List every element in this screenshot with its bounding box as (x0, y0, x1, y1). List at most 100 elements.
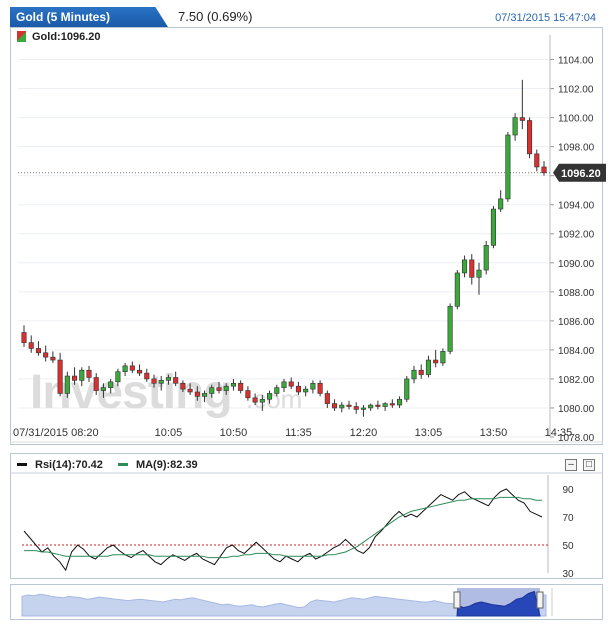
rsi-y-tick-label: 90 (562, 485, 574, 496)
rsi-y-tick-label: 30 (562, 569, 574, 579)
candle-up (397, 398, 403, 406)
candle-up (411, 369, 417, 380)
candle-down (541, 166, 547, 174)
candle-up (368, 404, 374, 409)
y-tick-label: 1094.00 (558, 201, 595, 212)
candle-down (216, 387, 222, 391)
candle-up (404, 378, 410, 400)
candle-down (50, 356, 56, 361)
candle-up (425, 359, 431, 375)
y-tick-label: 1092.00 (558, 230, 595, 241)
candle-down (238, 382, 244, 391)
candle-down (151, 378, 157, 384)
candle-down (194, 391, 200, 397)
candle-up (259, 398, 265, 403)
y-tick-label: 1104.00 (558, 56, 594, 67)
ma-line (24, 496, 542, 559)
candle-up (382, 403, 388, 407)
x-tick-label: 07/31/2015 08:20 (13, 427, 99, 439)
candle-up (122, 365, 128, 372)
candle-down (180, 382, 186, 390)
candle-down (43, 352, 49, 358)
candle-up (64, 375, 70, 394)
candle-down (187, 388, 193, 393)
candle-down (389, 403, 395, 406)
candle-up (223, 385, 229, 391)
price-chart[interactable]: 1104.001102.001100.001098.001096.001094.… (0, 0, 613, 445)
y-tick-label: 1088.00 (558, 288, 595, 299)
candle-down (353, 406, 359, 410)
candle-down (21, 332, 27, 343)
x-tick-label: 10:05 (155, 427, 183, 439)
x-tick-label: 12:20 (350, 427, 378, 439)
candle-up (454, 272, 460, 307)
candle-down (519, 117, 525, 121)
candle-up (476, 269, 482, 278)
candle-up (483, 245, 489, 271)
x-tick-label: 13:05 (415, 427, 443, 439)
y-tick-label: 1084.00 (558, 346, 595, 357)
candle-down (252, 397, 258, 403)
navigator-left-handle[interactable] (453, 591, 461, 609)
x-tick-label: 10:50 (220, 427, 248, 439)
candle-down (144, 372, 150, 380)
y-tick-label: 1082.00 (558, 375, 595, 386)
y-tick-label: 1098.00 (558, 143, 595, 154)
candle-down (534, 153, 540, 168)
candle-up (230, 382, 236, 387)
candle-up (100, 387, 106, 391)
candle-down (317, 382, 323, 394)
candle-down (324, 393, 330, 404)
candle-up (108, 381, 114, 388)
candle-down (332, 403, 338, 409)
candle-down (245, 390, 251, 399)
candle-up (281, 381, 287, 388)
candle-down (93, 377, 99, 391)
y-tick-label: 1090.00 (558, 259, 595, 270)
candle-up (462, 259, 468, 274)
y-tick-label: 1080.00 (558, 404, 595, 415)
candle-down (433, 359, 439, 364)
candle-up (158, 380, 164, 384)
candle-up (440, 351, 446, 364)
candle-down (346, 404, 352, 407)
candle-up (490, 208, 496, 246)
y-tick-label: 1086.00 (558, 317, 595, 328)
candle-down (527, 120, 533, 155)
candle-up (360, 407, 366, 410)
candle-down (35, 348, 41, 354)
candle-down (173, 377, 179, 384)
navigator-right-handle[interactable] (536, 591, 544, 609)
candle-up (115, 371, 121, 383)
candle-up (447, 306, 453, 352)
candle-down (72, 375, 78, 381)
candle-down (375, 404, 381, 407)
candle-down (288, 381, 294, 387)
candle-up (339, 404, 345, 409)
candle-down (86, 369, 92, 378)
navigator-chart[interactable] (0, 584, 613, 620)
candle-up (310, 382, 316, 390)
candle-up (303, 388, 309, 393)
x-tick-label: 13:50 (480, 427, 508, 439)
candle-up (202, 393, 208, 397)
candle-up (512, 117, 518, 136)
candle-up (165, 377, 171, 381)
candle-up (505, 134, 511, 200)
candle-down (28, 342, 34, 349)
rsi-y-tick-label: 50 (562, 541, 574, 552)
candle-down (129, 365, 135, 371)
y-tick-label: 1100.00 (558, 114, 594, 125)
last-price-label: 1096.20 (561, 168, 601, 180)
candle-down (469, 259, 475, 278)
x-tick-label: 14:35 (545, 427, 573, 439)
x-tick-label: 11:35 (285, 427, 312, 439)
candle-down (137, 369, 143, 374)
candle-down (57, 359, 63, 394)
candle-up (274, 387, 280, 394)
candle-up (498, 198, 504, 210)
rsi-chart: 90 70 50 30 (10, 472, 603, 579)
rsi-y-tick-label: 70 (562, 513, 574, 524)
rsi-line (23, 488, 543, 572)
y-tick-label: 1102.00 (558, 85, 594, 96)
